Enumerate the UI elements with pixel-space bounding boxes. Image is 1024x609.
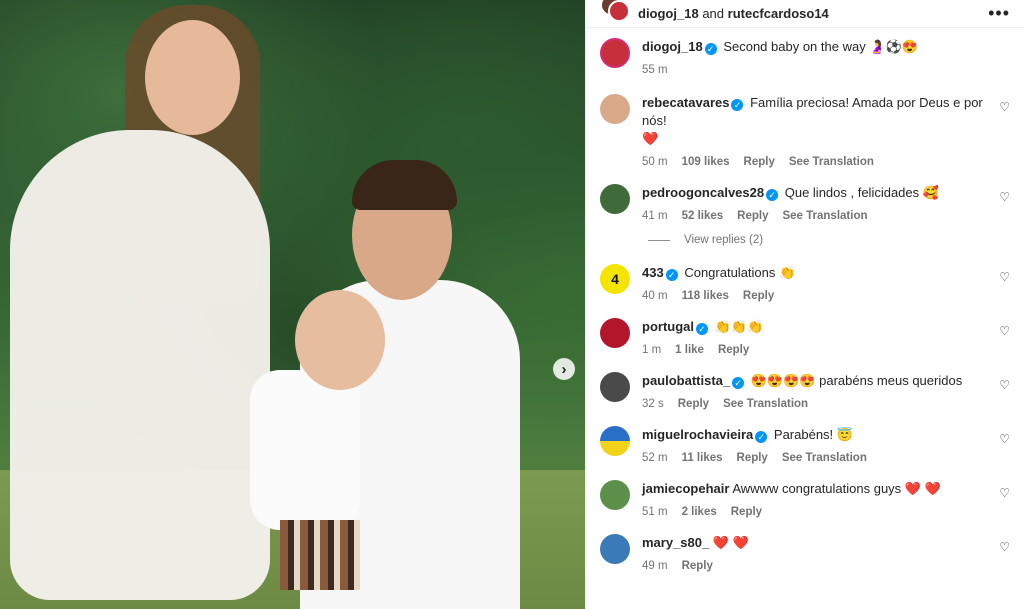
post-authors: diogoj_18 and rutecfcardoso14 <box>638 6 829 21</box>
comment-time[interactable]: 49 m <box>642 560 668 572</box>
comment-username[interactable]: 433 <box>642 265 664 280</box>
see-translation-button[interactable]: See Translation <box>789 156 874 168</box>
heart-icon[interactable]: ♡ <box>999 100 1010 114</box>
avatar[interactable] <box>600 318 630 348</box>
avatar[interactable]: 4 <box>600 264 630 294</box>
comment-text: ❤️ ❤️ <box>712 535 749 550</box>
comment: rebecatavares ✓ Família preciosa! Amada p… <box>600 94 1010 168</box>
comment: 4 433 ✓ Congratulations 👏 40 m 118 likes … <box>600 264 1010 302</box>
comment-text: Parabéns! 😇 <box>773 427 853 442</box>
heart-icon[interactable]: ♡ <box>999 190 1010 204</box>
heart-icon[interactable]: ♡ <box>999 432 1010 446</box>
comment-likes[interactable]: 109 likes <box>682 156 730 168</box>
comment-text: Awwww congratulations guys ❤️ ❤️ <box>732 481 941 496</box>
comment-time[interactable]: 51 m <box>642 506 668 518</box>
post-view: › diogoj_18 and rutecfcardoso14 ••• diog… <box>0 0 1024 609</box>
avatar[interactable] <box>600 426 630 456</box>
photo-child-shorts <box>280 520 360 590</box>
comment-username[interactable]: miguelrochavieira <box>642 427 753 442</box>
verified-icon: ✓ <box>766 189 779 201</box>
comments-list: diogoj_18 ✓ Second baby on the way 🤰⚽😍 55… <box>586 28 1024 609</box>
avatar[interactable] <box>600 480 630 510</box>
verified-icon: ✓ <box>731 99 744 111</box>
comment-likes[interactable]: 52 likes <box>682 210 724 222</box>
comment-likes[interactable]: 118 likes <box>682 290 729 302</box>
comment-username[interactable]: portugal <box>642 319 694 334</box>
verified-icon: ✓ <box>755 431 768 443</box>
comment-time[interactable]: 1 m <box>642 344 661 356</box>
comment-time[interactable]: 55 m <box>642 64 668 76</box>
comment-time[interactable]: 32 s <box>642 398 664 410</box>
comment-text: 😍😍😍😍 parabéns meus queridos <box>750 373 963 388</box>
more-options-icon[interactable]: ••• <box>988 3 1010 24</box>
comment-username[interactable]: mary_s80_ <box>642 535 709 550</box>
photo-child-shirt <box>250 370 360 530</box>
reply-button[interactable]: Reply <box>678 398 709 410</box>
comment: pedroogoncalves28 ✓ Que lindos , felicida… <box>600 184 1010 222</box>
caption-text: Second baby on the way 🤰⚽😍 <box>723 39 918 54</box>
heart-icon[interactable]: ♡ <box>999 270 1010 284</box>
heart-icon[interactable]: ♡ <box>999 378 1010 392</box>
avatar[interactable] <box>600 534 630 564</box>
reply-button[interactable]: Reply <box>682 560 713 572</box>
comment-likes[interactable]: 2 likes <box>682 506 717 518</box>
reply-button[interactable]: Reply <box>743 290 774 302</box>
see-translation-button[interactable]: See Translation <box>723 398 808 410</box>
verified-icon: ✓ <box>732 377 745 389</box>
comment-text-2: ❤️ <box>642 131 659 146</box>
heart-icon[interactable]: ♡ <box>999 486 1010 500</box>
comment-time[interactable]: 40 m <box>642 290 668 302</box>
comment-likes[interactable]: 11 likes <box>682 452 723 464</box>
comment-likes[interactable]: 1 like <box>675 344 704 356</box>
reply-button[interactable]: Reply <box>718 344 749 356</box>
see-translation-button[interactable]: See Translation <box>782 452 867 464</box>
avatar <box>608 0 630 22</box>
comment-username[interactable]: rebecatavares <box>642 95 729 110</box>
photo-woman-dress <box>10 130 270 600</box>
photo-child-head <box>295 290 385 390</box>
reply-button[interactable]: Reply <box>731 506 762 518</box>
avatar[interactable] <box>600 372 630 402</box>
comment-text: Que lindos , felicidades 🥰 <box>784 185 939 200</box>
photo-woman-head <box>145 20 240 135</box>
reply-button[interactable]: Reply <box>744 156 775 168</box>
comment: portugal ✓ 👏👏👏 1 m 1 like Reply ♡ <box>600 318 1010 356</box>
author-link[interactable]: diogoj_18 <box>638 6 699 21</box>
comment-username[interactable]: diogoj_18 <box>642 39 703 54</box>
comment-username[interactable]: pedroogoncalves28 <box>642 185 764 200</box>
avatar[interactable] <box>600 184 630 214</box>
heart-icon[interactable]: ♡ <box>999 324 1010 338</box>
heart-icon[interactable]: ♡ <box>999 540 1010 554</box>
caption: diogoj_18 ✓ Second baby on the way 🤰⚽😍 55… <box>600 38 1010 76</box>
comment: mary_s80_ ❤️ ❤️ 49 m Reply ♡ <box>600 534 1010 572</box>
see-translation-button[interactable]: See Translation <box>782 210 867 222</box>
comment: paulobattista_ ✓ 😍😍😍😍 parabéns meus queri… <box>600 372 1010 410</box>
reply-button[interactable]: Reply <box>737 452 768 464</box>
comment-time[interactable]: 41 m <box>642 210 668 222</box>
comment-text: Congratulations 👏 <box>684 265 796 280</box>
comment-username[interactable]: jamiecopehair <box>642 481 729 496</box>
avatar[interactable] <box>600 94 630 124</box>
comment-username[interactable]: paulobattista_ <box>642 373 730 388</box>
verified-icon: ✓ <box>704 43 717 55</box>
comment: jamiecopehair Awwww congratulations guys… <box>600 480 1010 518</box>
comment-time[interactable]: 52 m <box>642 452 668 464</box>
replies-divider <box>648 239 670 241</box>
comments-panel: diogoj_18 and rutecfcardoso14 ••• diogoj… <box>585 0 1024 609</box>
collab-avatars[interactable] <box>600 0 630 26</box>
comment-time[interactable]: 50 m <box>642 156 668 168</box>
post-photo[interactable]: › <box>0 0 585 609</box>
view-replies-button[interactable]: View replies (2) <box>648 234 1010 246</box>
and-text: and <box>702 6 725 21</box>
reply-button[interactable]: Reply <box>737 210 768 222</box>
verified-icon: ✓ <box>696 323 708 335</box>
comment: miguelrochavieira ✓ Parabéns! 😇 52 m 11 l… <box>600 426 1010 464</box>
post-header: diogoj_18 and rutecfcardoso14 ••• <box>586 0 1024 28</box>
avatar[interactable] <box>600 38 630 68</box>
view-replies-label: View replies (2) <box>684 234 764 246</box>
author-link[interactable]: rutecfcardoso14 <box>728 6 829 21</box>
chevron-right-icon[interactable]: › <box>553 358 575 380</box>
comment-text: 👏👏👏 <box>714 319 764 334</box>
verified-icon: ✓ <box>665 269 678 281</box>
